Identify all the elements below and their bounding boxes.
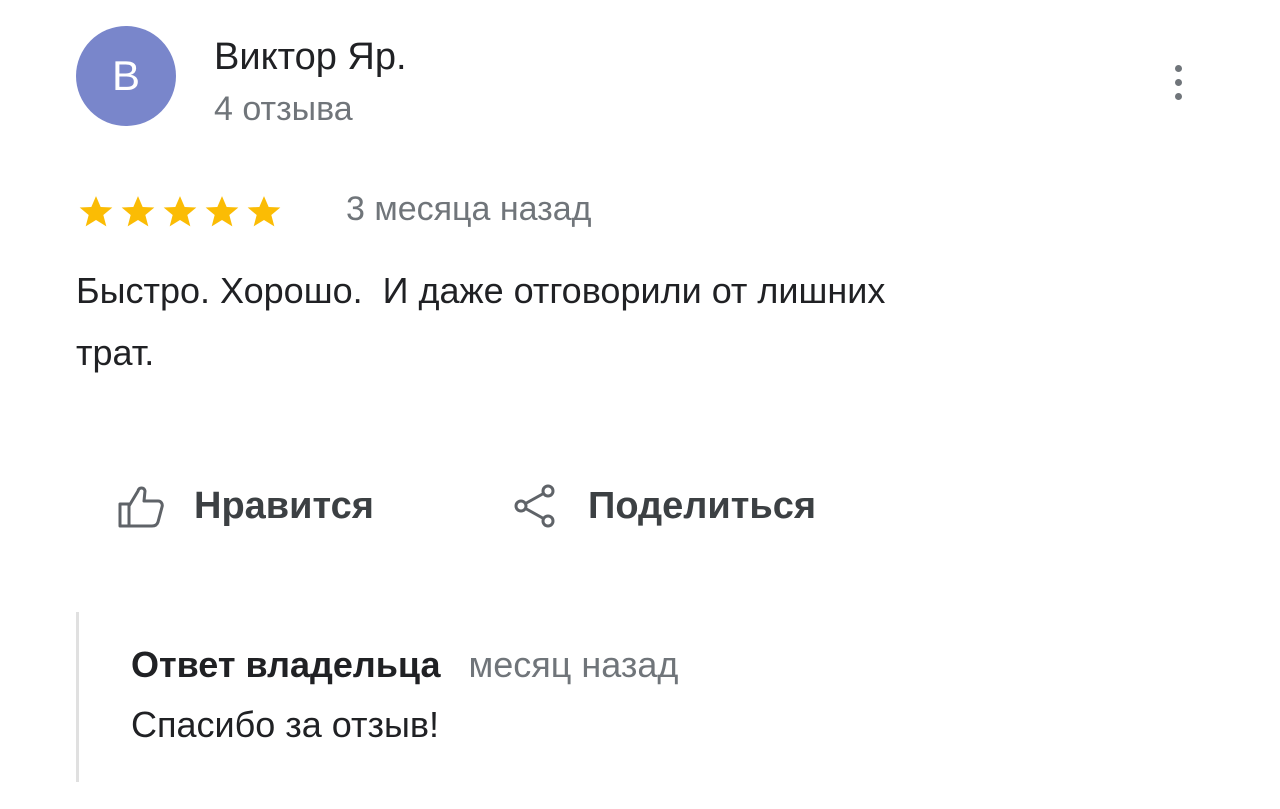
star-icon <box>121 196 155 227</box>
review-text: Быстро. Хорошо. И даже отговорили от лиш… <box>76 270 886 373</box>
star-rating <box>76 192 284 232</box>
menu-dot <box>1174 78 1182 86</box>
like-label: Нравится <box>194 484 374 527</box>
share-icon <box>510 481 560 531</box>
owner-reply: Ответ владельца месяц назад Спасибо за о… <box>76 612 979 782</box>
avatar-letter: В <box>111 52 140 99</box>
author-name[interactable]: Виктор Яр. <box>214 36 407 79</box>
menu-dot <box>1174 92 1182 100</box>
review-date: 3 месяца назад <box>346 190 592 228</box>
author-review-count: 4 отзыва <box>214 90 353 128</box>
like-button[interactable]: Нравится <box>116 478 374 534</box>
owner-reply-header: Ответ владельца месяц назад <box>131 644 678 686</box>
star-icon <box>205 196 239 227</box>
owner-reply-text: Спасибо за отзыв! <box>131 704 440 745</box>
avatar[interactable]: В <box>76 26 176 126</box>
thumbs-up-icon <box>116 481 166 531</box>
star-icon <box>163 196 197 227</box>
menu-dot <box>1174 64 1182 72</box>
owner-reply-title: Ответ владельца <box>131 644 441 685</box>
share-label: Поделиться <box>588 484 817 527</box>
star-icon <box>247 196 281 227</box>
share-button[interactable]: Поделиться <box>510 478 816 534</box>
owner-reply-date: месяц назад <box>468 644 679 685</box>
star-icon <box>79 196 113 227</box>
more-vert-icon[interactable] <box>1160 58 1196 106</box>
